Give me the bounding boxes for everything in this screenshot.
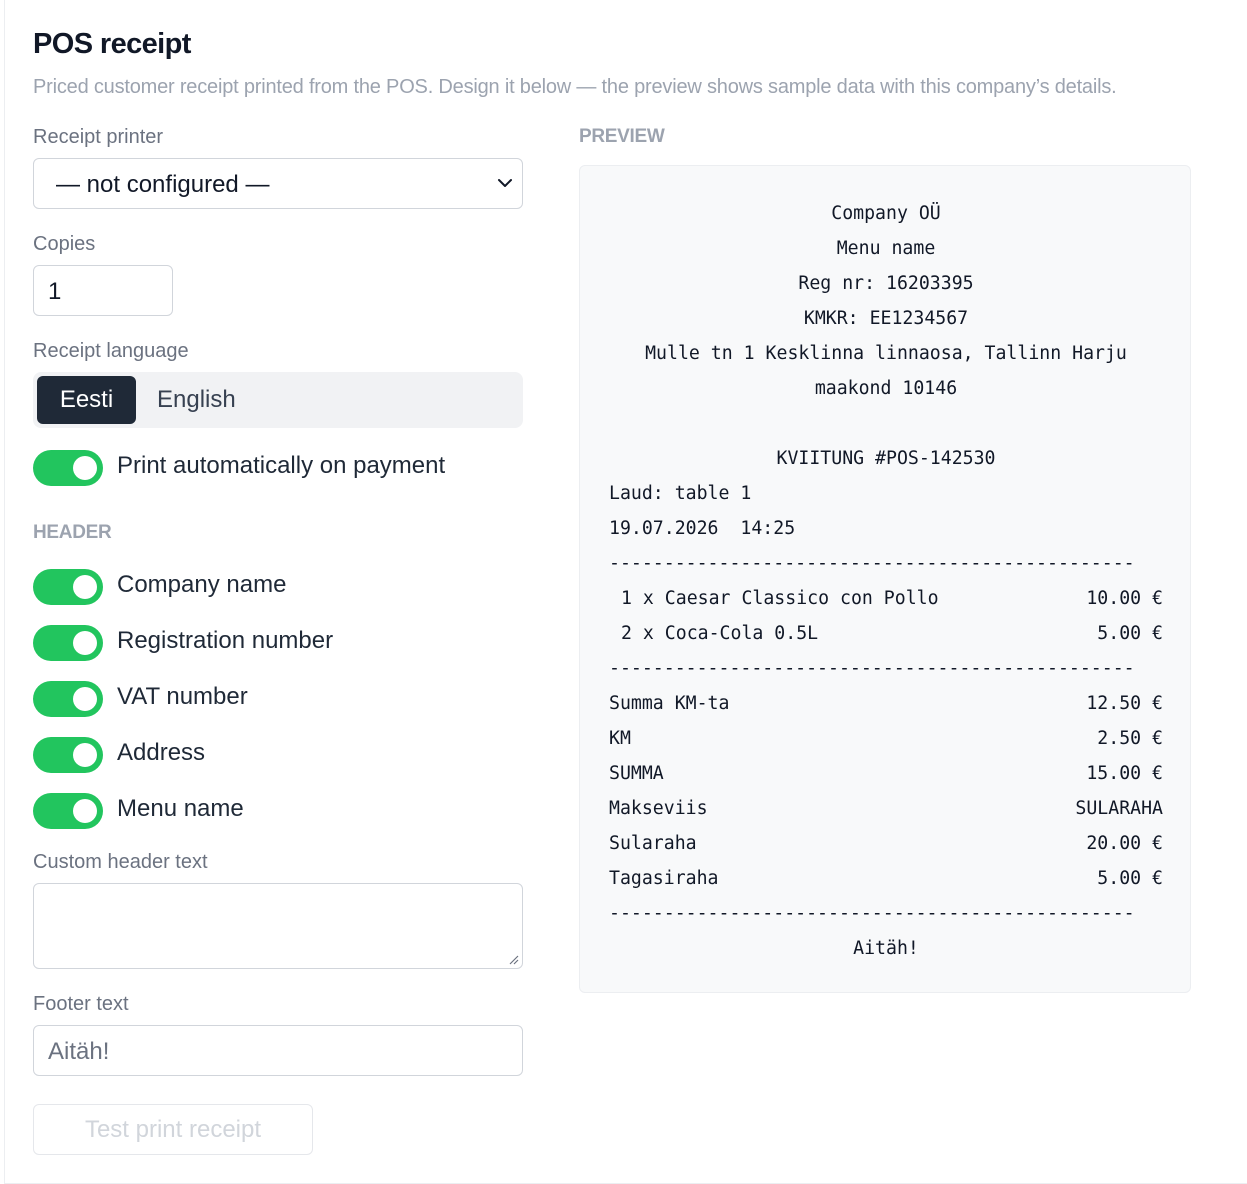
footer-label: Footer text [33, 993, 129, 1015]
company-name-label: Company name [117, 571, 287, 598]
receipt-item-row: 1 x Caesar Classico con Pollo 10.00 € [609, 581, 1163, 616]
toggle-knob [73, 799, 97, 823]
receipt-total-row: Tagasiraha 5.00 € [609, 861, 1163, 896]
language-option-eesti[interactable]: Eesti [37, 376, 136, 424]
receipt-separator: ----------------------------------------… [609, 553, 1135, 574]
receipt-datetime: 19.07.2026 14:25 [609, 518, 796, 539]
receipt-item-desc: 1 x Caesar Classico con Pollo [621, 588, 939, 609]
registration-number-toggle[interactable] [33, 625, 103, 661]
receipt-total-row: Makseviis SULARAHA [609, 791, 1163, 826]
footer-input-placeholder: Aitäh! [48, 1038, 110, 1065]
receipt-vat-number: KMKR: EE1234567 [803, 308, 969, 329]
address-label: Address [117, 739, 206, 766]
receipt-total-label: Sularaha [609, 833, 697, 854]
receipt-footer: Aitäh! [853, 938, 919, 959]
receipt-total-row: Summa KM-ta 12.50 € [609, 686, 1163, 721]
receipt-item-row: 2 x Coca-Cola 0.5L 5.00 € [609, 616, 1163, 651]
receipt-separator: ----------------------------------------… [609, 903, 1135, 924]
address-toggle[interactable] [33, 737, 103, 773]
receipt-total-label: Makseviis [609, 798, 708, 819]
language-segmented-control: Eesti English [33, 372, 523, 428]
receipt-number: KVIITUNG #POS-142530 [776, 448, 996, 469]
language-option-english[interactable]: English [157, 376, 236, 424]
page-title: POS receipt [33, 28, 191, 60]
printer-select[interactable]: — not configured — [33, 158, 523, 209]
custom-header-label: Custom header text [33, 851, 208, 873]
custom-header-textarea[interactable] [33, 883, 523, 969]
receipt-menu-name: Menu name [836, 238, 936, 259]
resize-grip-icon[interactable] [507, 953, 519, 965]
toggle-knob [73, 456, 97, 480]
receipt-separator: ----------------------------------------… [609, 658, 1135, 679]
receipt-blank-line [609, 406, 1163, 441]
vat-number-label: VAT number [117, 683, 248, 710]
auto-print-toggle[interactable] [33, 450, 103, 486]
receipt-total-label: SUMMA [609, 763, 664, 784]
receipt-total-value: SULARAHA [1075, 798, 1163, 819]
chevron-down-icon [498, 179, 512, 187]
receipt-item-amount: 5.00 € [1097, 623, 1163, 644]
header-toggle-row: Registration number [33, 625, 513, 661]
toggle-knob [73, 575, 97, 599]
toggle-knob [73, 631, 97, 655]
receipt-item-desc: 2 x Coca-Cola 0.5L [621, 623, 819, 644]
auto-print-row: Print automatically on payment [33, 450, 513, 486]
vat-number-toggle[interactable] [33, 681, 103, 717]
menu-name-label: Menu name [117, 795, 244, 822]
receipt-preview: Company OÜ Menu name Reg nr: 16203395 KM… [579, 165, 1191, 993]
company-name-toggle[interactable] [33, 569, 103, 605]
receipt-total-label: Tagasiraha [609, 868, 719, 889]
receipt-item-amount: 10.00 € [1086, 588, 1163, 609]
menu-name-toggle[interactable] [33, 793, 103, 829]
receipt-total-row: SUMMA 15.00 € [609, 756, 1163, 791]
header-toggle-row: Company name [33, 569, 513, 605]
receipt-address-line2: maakond 10146 [814, 378, 958, 399]
receipt-total-value: 12.50 € [1086, 693, 1163, 714]
receipt-total-value: 2.50 € [1097, 728, 1163, 749]
auto-print-label: Print automatically on payment [117, 452, 446, 479]
receipt-total-row: Sularaha 20.00 € [609, 826, 1163, 861]
receipt-reg-number: Reg nr: 16203395 [798, 273, 974, 294]
printer-label: Receipt printer [33, 126, 164, 148]
receipt-company: Company OÜ [831, 203, 941, 224]
header-toggle-row: VAT number [33, 681, 513, 717]
test-print-button[interactable]: Test print receipt [33, 1104, 313, 1155]
header-section-label: HEADER [33, 522, 112, 543]
receipt-table: Laud: table 1 [609, 483, 752, 504]
language-label: Receipt language [33, 340, 189, 362]
preview-label: PREVIEW [579, 126, 665, 147]
receipt-total-label: KM [609, 728, 631, 749]
receipt-total-value: 20.00 € [1086, 833, 1163, 854]
receipt-total-label: Summa KM-ta [609, 693, 730, 714]
header-toggle-row: Address [33, 737, 513, 773]
receipt-total-row: KM 2.50 € [609, 721, 1163, 756]
receipt-address-line1: Mulle tn 1 Kesklinna linnaosa, Tallinn H… [645, 343, 1127, 364]
header-toggle-row: Menu name [33, 793, 513, 829]
registration-number-label: Registration number [117, 627, 334, 654]
copies-input[interactable]: 1 [33, 265, 173, 316]
receipt-content: Company OÜ Menu name Reg nr: 16203395 KM… [609, 196, 1163, 966]
printer-select-value: — not configured — [56, 171, 270, 198]
receipt-total-value: 15.00 € [1086, 763, 1163, 784]
receipt-total-value: 5.00 € [1097, 868, 1163, 889]
toggle-knob [73, 743, 97, 767]
footer-input[interactable]: Aitäh! [33, 1025, 523, 1076]
copies-input-value: 1 [48, 278, 62, 305]
copies-label: Copies [33, 233, 96, 255]
toggle-knob [73, 687, 97, 711]
page-subtitle: Priced customer receipt printed from the… [33, 76, 1117, 98]
